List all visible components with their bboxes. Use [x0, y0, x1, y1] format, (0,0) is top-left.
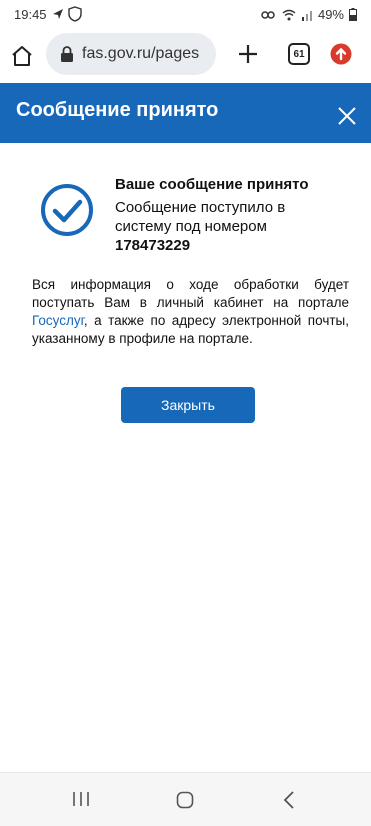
back-icon[interactable] — [282, 790, 296, 810]
browser-toolbar: fas.gov.ru/pages 61 — [0, 30, 371, 82]
address-bar[interactable]: fas.gov.ru/pages — [46, 33, 216, 75]
recent-apps-icon[interactable] — [72, 791, 90, 807]
lock-icon — [61, 46, 73, 62]
wifi-icon — [282, 9, 296, 20]
key-icon — [261, 10, 275, 19]
signal-icon — [301, 10, 312, 21]
system-nav-bar — [0, 772, 371, 826]
message-line-1: Сообщение поступило в — [115, 199, 286, 216]
info-text-before: Вся информация о ходе обработки будет по… — [32, 277, 349, 310]
gosuslugi-link[interactable]: Госуслуг — [32, 313, 84, 328]
message-line-2: систему под номером — [115, 218, 267, 235]
home-icon[interactable] — [10, 44, 34, 68]
info-text: Вся информация о ходе обработки будет по… — [32, 276, 349, 348]
close-icon[interactable] — [336, 105, 358, 127]
dialog-header: Сообщение принято — [0, 83, 371, 143]
status-bar: 19:45 49% — [0, 0, 371, 30]
close-button[interactable]: Закрыть — [121, 387, 255, 423]
navigation-arrow-icon — [53, 9, 63, 19]
message-number: 178473229 — [115, 237, 191, 254]
update-icon[interactable] — [330, 43, 352, 65]
plus-icon[interactable] — [236, 42, 260, 66]
dialog-title: Сообщение принято — [16, 99, 219, 121]
message-title: Ваше сообщение принято — [115, 176, 309, 193]
check-circle-icon — [41, 184, 93, 236]
vpn-shield-icon — [68, 6, 82, 22]
status-time: 19:45 — [14, 7, 47, 22]
url-text: fas.gov.ru/pages — [82, 45, 200, 62]
home-button-icon[interactable] — [176, 791, 194, 809]
battery-percent: 49% — [317, 7, 344, 22]
tabs-icon[interactable]: 61 — [288, 43, 310, 65]
battery-icon — [349, 8, 357, 21]
